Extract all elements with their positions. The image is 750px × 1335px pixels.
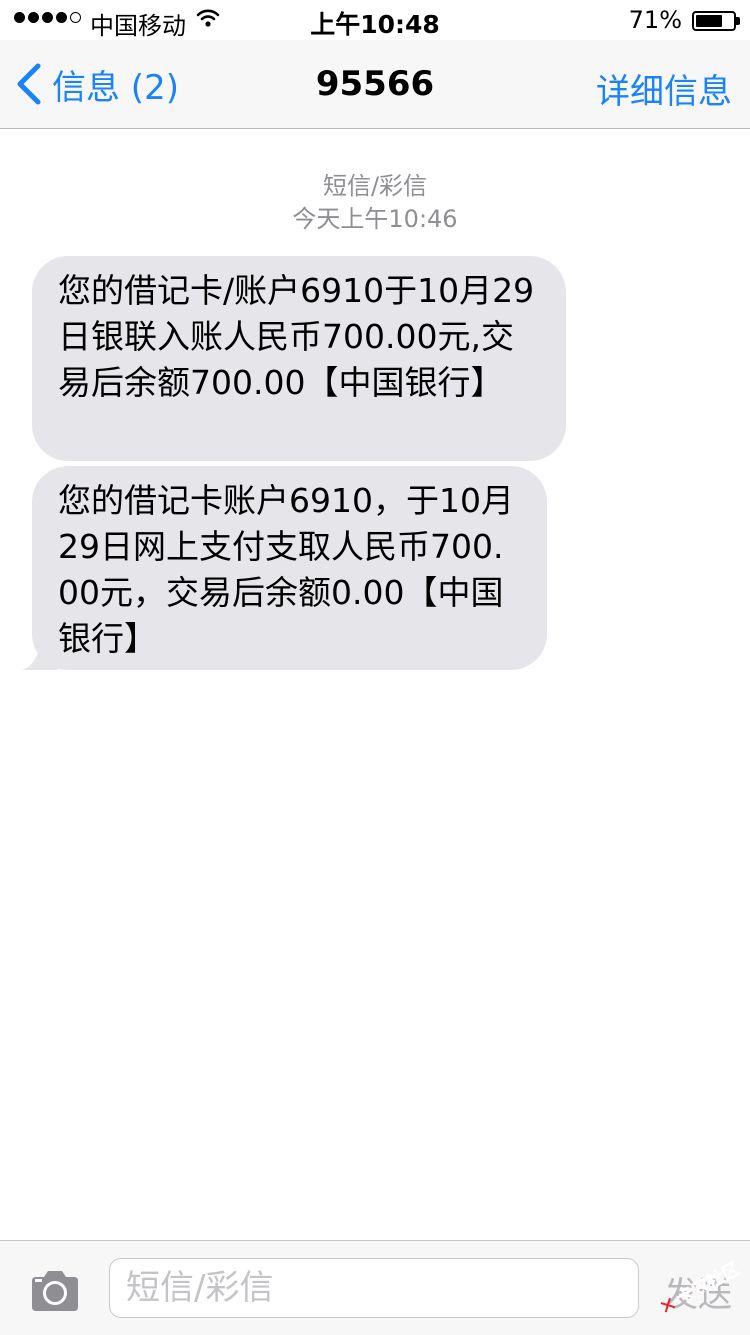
- battery-tip: [736, 17, 740, 25]
- bubble-tail: [22, 652, 58, 670]
- battery-percent: 71%: [628, 6, 682, 34]
- details-button[interactable]: 详细信息: [596, 64, 732, 113]
- message-input-bar: 发送: [0, 1240, 750, 1335]
- navigation-bar: 信息 (2) 95566 详细信息: [0, 40, 750, 129]
- battery-icon: [692, 11, 736, 31]
- status-bar: 中国移动 上午10:48 71%: [0, 0, 750, 40]
- message-bubble[interactable]: 您的借记卡/账户6910于10月29日银联入账人民币700.00元,交易后余额7…: [32, 256, 566, 461]
- message-bubble[interactable]: 您的借记卡账户6910，于10月29日网上支付支取人民币700.00元，交易后余…: [32, 466, 547, 670]
- message-type-label: 短信/彩信: [322, 172, 428, 200]
- battery-level: [696, 15, 722, 27]
- camera-icon[interactable]: [28, 1269, 82, 1313]
- message-timestamp: 今天上午10:46: [292, 205, 458, 233]
- message-input[interactable]: [109, 1258, 639, 1318]
- send-button[interactable]: 发送: [664, 1267, 732, 1316]
